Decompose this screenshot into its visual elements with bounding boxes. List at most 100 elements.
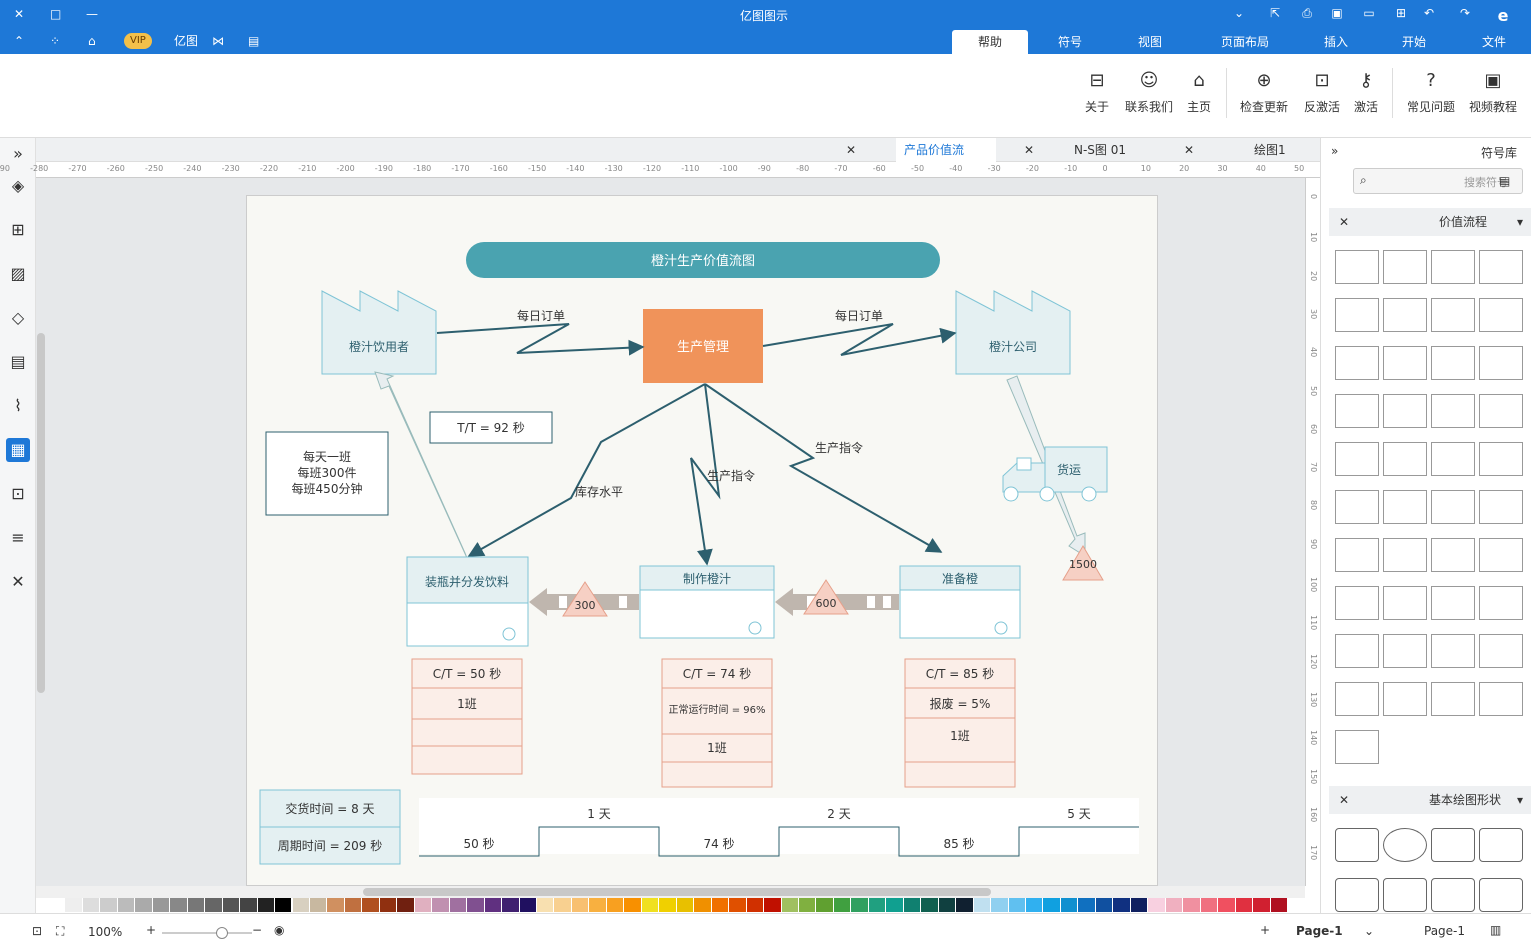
rectangle-shape[interactable] [1431, 828, 1475, 862]
doc-tab-drawing1[interactable]: 绘图1 [1246, 138, 1316, 162]
color-swatch[interactable] [781, 898, 798, 912]
library-menu-icon[interactable]: ▤ [1499, 174, 1510, 188]
rect-shape[interactable] [1335, 490, 1379, 524]
color-swatch[interactable] [327, 898, 344, 912]
color-swatch[interactable] [432, 898, 449, 912]
process-shape[interactable] [1383, 250, 1427, 284]
customer-factory[interactable] [321, 290, 437, 375]
rect-shape[interactable] [1383, 490, 1427, 524]
electronic-info-shape[interactable] [1335, 298, 1379, 332]
zoom-slider-thumb[interactable] [216, 927, 228, 939]
color-swatch[interactable] [798, 898, 816, 912]
phone-shape[interactable] [1431, 634, 1475, 668]
color-swatch[interactable] [467, 898, 484, 912]
arrow-shape[interactable] [1431, 346, 1475, 380]
color-swatch[interactable] [362, 898, 379, 912]
minimize-window-icon[interactable]: — [86, 6, 98, 22]
color-swatch[interactable] [851, 898, 868, 912]
rectangle-shape[interactable] [1335, 878, 1379, 912]
color-swatch[interactable] [938, 898, 956, 912]
rectangle-shape[interactable] [1383, 878, 1427, 912]
about-button[interactable]: ⊟ 关于 [1080, 70, 1114, 115]
order-line-right[interactable] [762, 323, 957, 356]
shirt-icon[interactable]: ⌂ [88, 33, 96, 49]
instruction-line-1[interactable] [704, 383, 943, 553]
section-value-stream[interactable]: ✕ 价值流程 ▾ [1329, 208, 1531, 236]
menu-tab-symbol[interactable]: 符号 [1050, 30, 1090, 54]
collapse-ribbon-icon[interactable]: ⌃ [14, 33, 24, 49]
color-swatch[interactable] [414, 898, 432, 912]
xoxo-shape[interactable] [1383, 682, 1427, 716]
rect-shape[interactable] [1479, 538, 1523, 572]
frame-icon[interactable]: ⊡ [6, 482, 30, 506]
color-swatch[interactable] [886, 898, 903, 912]
truck-shape[interactable] [1383, 346, 1427, 380]
circle-shape[interactable] [1383, 828, 1427, 862]
panel-toggle-icon[interactable]: ▥ [1490, 923, 1501, 937]
open-icon[interactable]: ▭ [1360, 6, 1378, 22]
vertical-scroll-thumb[interactable] [37, 333, 45, 693]
redo-icon[interactable]: ↷ [1456, 6, 1474, 22]
kanban-post-shape[interactable] [1383, 586, 1427, 620]
color-swatch[interactable] [292, 898, 309, 912]
horizontal-scrollbar[interactable] [36, 886, 1305, 898]
page-tab[interactable]: Page-1 [1296, 924, 1343, 938]
color-swatch[interactable] [764, 898, 781, 912]
doc-tab-value-stream[interactable]: 产品价值流 [896, 138, 996, 162]
apps-icon[interactable]: ⁘ [50, 33, 60, 49]
page-dropdown-icon[interactable]: ⌄ [1364, 924, 1374, 938]
color-swatch[interactable] [82, 898, 100, 912]
comment-icon[interactable]: ▤ [248, 33, 259, 49]
rect-shape[interactable] [1431, 490, 1475, 524]
color-swatch[interactable] [868, 898, 886, 912]
document-icon[interactable]: ▤ [6, 350, 30, 374]
close-section-icon[interactable]: ✕ [1339, 786, 1349, 814]
save-icon[interactable]: ▣ [1328, 6, 1346, 22]
color-swatch[interactable] [1008, 898, 1026, 912]
deactivate-button[interactable]: ⊡ 反激活 [1300, 70, 1344, 115]
activate-button[interactable]: ⚷ 激活 [1348, 70, 1384, 115]
color-swatch[interactable] [309, 898, 327, 912]
box-shape[interactable] [1431, 250, 1475, 284]
color-swatch[interactable] [1078, 898, 1095, 912]
canvas[interactable]: 橙汁生产价值流图 橙汁饮用者 橙汁公司 生产管理 每日订单 每日订单 库存水平 [36, 178, 1305, 886]
data-table-shape[interactable] [1479, 298, 1523, 332]
color-swatch[interactable] [257, 898, 275, 912]
doc-tab-close-icon[interactable]: ✕ [1176, 138, 1196, 162]
fullscreen-icon[interactable]: ⛶ [56, 924, 64, 939]
color-swatch[interactable] [659, 898, 676, 912]
format-icon[interactable]: ≡ [6, 526, 30, 550]
video-tutorial-button[interactable]: ▣ 视频教程 [1466, 70, 1520, 115]
color-swatch[interactable] [1095, 898, 1113, 912]
color-swatch[interactable] [117, 898, 135, 912]
color-swatch[interactable] [205, 898, 222, 912]
homepage-button[interactable]: ⌂ 主页 [1182, 70, 1216, 115]
symbol-search-input[interactable]: ⌕ 搜索符号 [1353, 168, 1523, 194]
triangle-shape[interactable] [1431, 586, 1475, 620]
airplane-shape[interactable] [1335, 346, 1379, 380]
color-swatch[interactable] [537, 898, 554, 912]
horizontal-scroll-thumb[interactable] [363, 888, 991, 896]
blue-arrow-shape[interactable] [1431, 298, 1475, 332]
fit-page-icon[interactable]: ⊡ [32, 924, 42, 938]
section-basic-shapes[interactable]: ✕ 基本绘图形状 ▾ [1329, 786, 1531, 814]
zoom-in-icon[interactable]: + [146, 923, 156, 937]
dropdown-icon[interactable]: ⌄ [1230, 6, 1248, 22]
vip-badge[interactable]: VIP [124, 33, 152, 49]
color-swatch[interactable] [397, 898, 414, 912]
image-icon[interactable]: ▨ [6, 262, 30, 286]
zoom-value[interactable]: 100% [88, 925, 122, 939]
push-arrow-shape[interactable] [1383, 298, 1427, 332]
color-swatch[interactable] [1253, 898, 1270, 912]
diagram-page[interactable]: 橙汁生产价值流图 橙汁饮用者 橙汁公司 生产管理 每日订单 每日订单 库存水平 [246, 195, 1158, 886]
color-swatch[interactable] [1060, 898, 1078, 912]
collapse-icon[interactable]: ▾ [1517, 208, 1523, 236]
shelf-shape[interactable] [1431, 538, 1475, 572]
zoom-out-icon[interactable]: − [252, 923, 262, 937]
color-swatch[interactable] [1218, 898, 1235, 912]
menu-tab-help[interactable]: 帮助 [952, 30, 1028, 54]
color-swatch[interactable] [816, 898, 833, 912]
color-swatch[interactable] [676, 898, 694, 912]
color-swatch[interactable] [694, 898, 711, 912]
grid-icon[interactable]: ⊞ [6, 218, 30, 242]
